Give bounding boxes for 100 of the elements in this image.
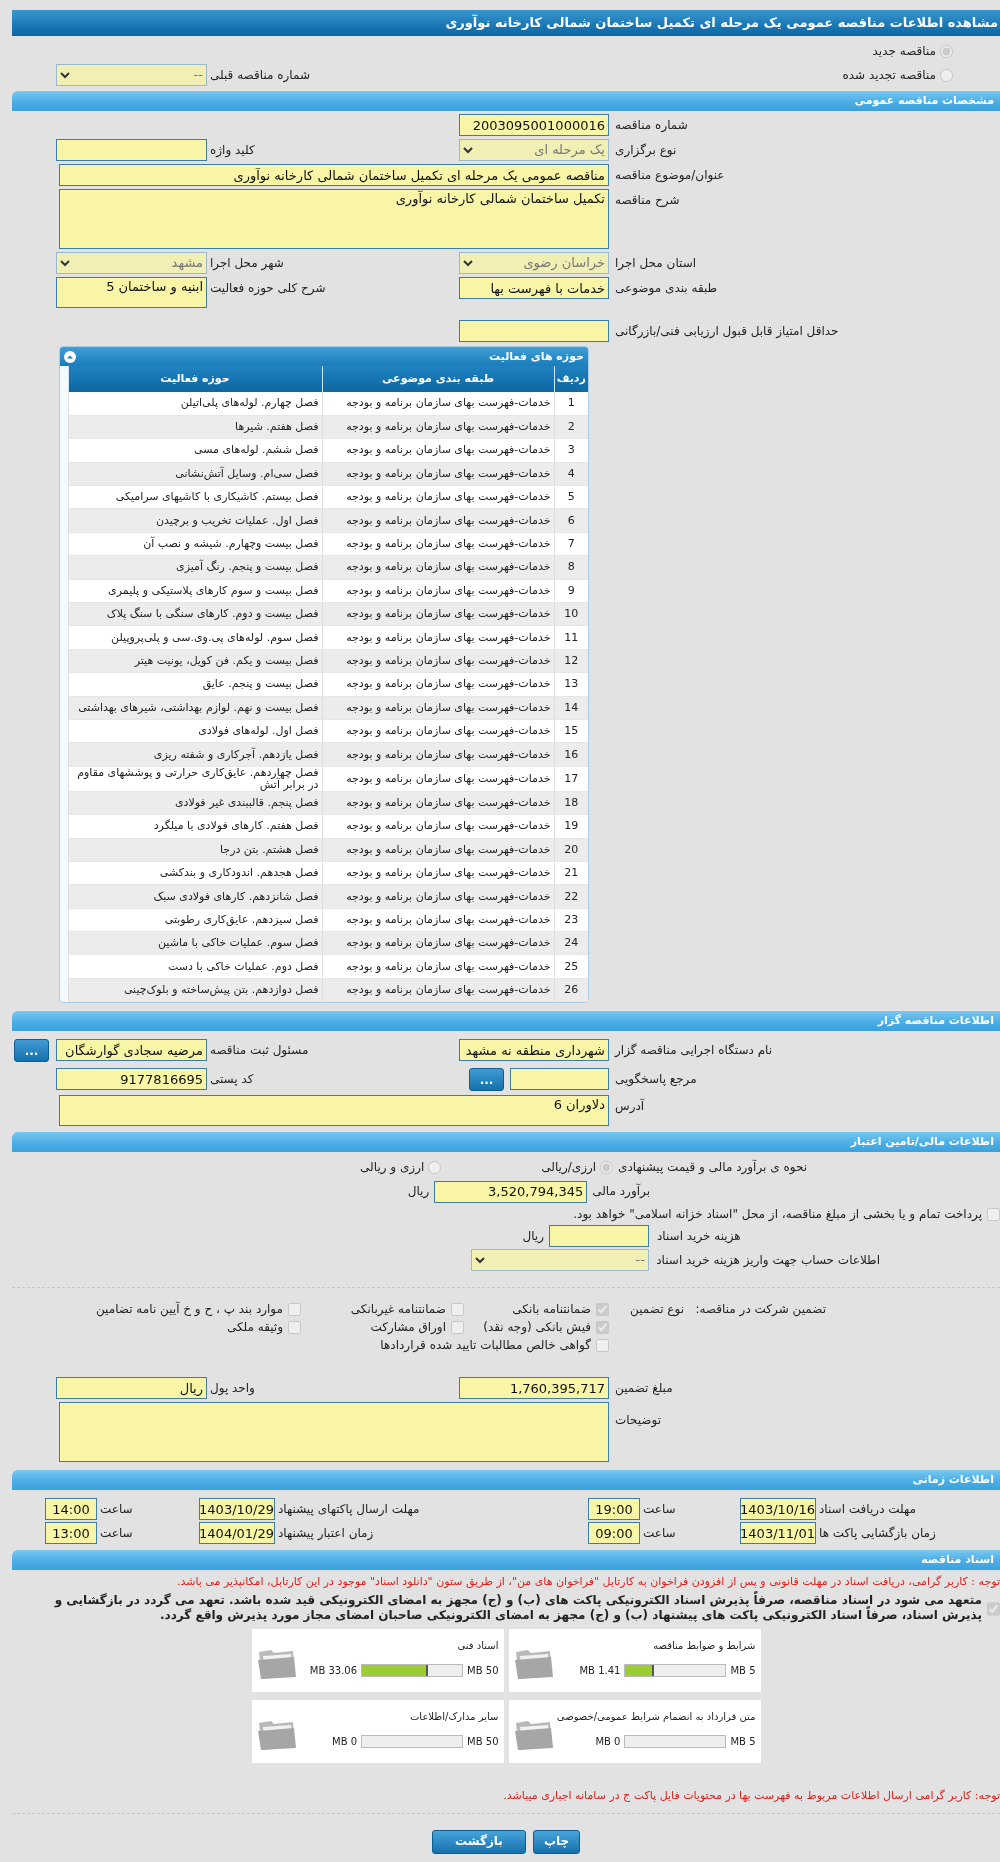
field-label: زمان بازگشایی پاکت ها [819, 1526, 936, 1541]
table-cell: خدمات-فهرست بهای سازمان برنامه و بودجه [322, 791, 554, 815]
table-cell: 24 [554, 931, 588, 955]
text-field[interactable]: 1,760,395,717 [459, 1377, 609, 1400]
text-field[interactable]: ریال [56, 1377, 207, 1400]
action-button[interactable]: چاپ [532, 1829, 581, 1854]
commitment-text: متعهد می شود در اسناد مناقصه، صرفاً پذیرش اسناد الکترونیکی پاکت های (ب) و (ج) مجهز به امضای الکترونیکی قید شده باشد. تعهد می گردد در بازگشایی و پذیرش اسناد، صرفاً اسناد الکترونیکی پاکت های پیشنهاد (ب) و (ج) مجهز به امضای الکترونیکی صاحبان امضای مجاز مورد پذیرش واقع گردد. [53, 1592, 982, 1623]
table-cell: فصل اول. عملیات تخریب و برچیدن [68, 508, 322, 533]
text-field[interactable] [549, 1225, 649, 1248]
field-label: ساعت [643, 1502, 676, 1517]
table-cell: خدمات-فهرست بهای سازمان برنامه و بودجه [322, 672, 554, 697]
table-cell: خدمات-فهرست بهای سازمان برنامه و بودجه [322, 625, 554, 650]
table-cell: 14 [554, 696, 588, 720]
text-field[interactable]: شهرداری منطقه نه مشهد [459, 1039, 609, 1062]
action-button[interactable]: بازگشت [431, 1829, 526, 1854]
table-cell: خدمات-فهرست بهای سازمان برنامه و بودجه [322, 955, 554, 979]
table-cell: خدمات-فهرست بهای سازمان برنامه و بودجه [322, 884, 554, 909]
field-label: عنوان/موضوع مناقصه [615, 168, 725, 182]
section-header: اطلاعات مناقصه گزار [12, 1011, 1000, 1032]
table-cell: خدمات-فهرست بهای سازمان برنامه و بودجه [322, 485, 554, 509]
table-cell: فصل هجدهم. اندودکاری و بندکشی [68, 861, 322, 885]
table-cell: فصل اول. لوله‌های فولادی [68, 719, 322, 743]
text-field[interactable]: 14:00 [45, 1498, 97, 1521]
text-area[interactable] [59, 1402, 609, 1463]
dropdown[interactable]: خراسان رضوی [459, 252, 609, 274]
checkbox-label: اوراق مشارکت [370, 1320, 446, 1335]
text-field[interactable]: مناقصه عمومی یک مرحله ای تکمیل ساختمان شمالی کارخانه نوآوری [59, 164, 609, 186]
field-label: زمان اعتبار پیشنهاد [278, 1526, 374, 1541]
table-cell: خدمات-فهرست بهای سازمان برنامه و بودجه [322, 742, 554, 767]
file-size: 0 MB [332, 1734, 358, 1748]
lookup-button[interactable]: ... [14, 1039, 49, 1063]
notice-text: توجه: کاربر گرامی ارسال اطلاعات مربوط به فهرست بها در محتویات فایل پاکت ج در سامانه اجباری میباشد. [502, 1788, 1000, 1803]
column-header[interactable]: ردیف [554, 366, 588, 392]
section-header: اسناد مناقصه [12, 1550, 1000, 1571]
text-field[interactable]: 19:00 [588, 1498, 640, 1521]
dropdown[interactable]: مشهد [56, 252, 207, 274]
field-label: تضمین شرکت در مناقصه: [695, 1302, 826, 1317]
column-header[interactable]: طبقه بندی موضوعی [322, 366, 554, 392]
table-cell: 9 [554, 579, 588, 603]
dropdown[interactable]: -- [56, 64, 207, 86]
table-cell: فصل سوم. لوله‌های پی.وی.سی و پلی‌پروپیلن [68, 625, 322, 650]
table-cell: فصل سی‌ام. وسایل آتش‌نشانی [68, 462, 322, 486]
text-field[interactable] [459, 320, 609, 342]
text-field[interactable]: خدمات با فهرست بها [459, 277, 609, 299]
field-label: شهر محل اجرا [210, 256, 284, 270]
table-cell: فصل دوم. عملیات خاکی با دست [68, 955, 322, 979]
field-label: شماره مناقصه قبلی [210, 68, 310, 82]
table-cell: فصل هفتم. شیرها [68, 415, 322, 439]
table-cell: 8 [554, 555, 588, 580]
radio-label: ارزی/ریالی [541, 1160, 597, 1175]
table-cell: فصل بیست و پنجم. عایق [68, 672, 322, 697]
field-label: شماره مناقصه [615, 118, 688, 132]
column-header[interactable]: حوزه فعالیت [68, 366, 322, 392]
table-cell: خدمات-فهرست بهای سازمان برنامه و بودجه [322, 908, 554, 932]
table-cell: 10 [554, 602, 588, 626]
text-field[interactable] [510, 1068, 609, 1091]
text-area[interactable]: دلاوران 6 [59, 1095, 609, 1127]
size-limit: 50 MB [467, 1663, 499, 1677]
table-cell: 15 [554, 719, 588, 743]
table-cell: فصل پنجم. قالببندی غیر فولادی [68, 791, 322, 815]
text-area[interactable]: تکمیل ساختمان شمالی کارخانه نوآوری [59, 189, 609, 249]
dropdown[interactable]: -- [471, 1249, 649, 1272]
table-cell: خدمات-فهرست بهای سازمان برنامه و بودجه [322, 415, 554, 439]
table-cell: 6 [554, 508, 588, 533]
text-field[interactable] [56, 139, 207, 161]
field-label: مبلغ تضمین [615, 1381, 673, 1396]
text-field[interactable]: 1403/10/29 [199, 1498, 275, 1521]
table-cell: خدمات-فهرست بهای سازمان برنامه و بودجه [322, 696, 554, 720]
checkbox-label: فیش بانکی (وجه نقد) [483, 1320, 591, 1335]
field-label: مرجع پاسخگویی [615, 1072, 697, 1087]
radio-label: ارزی و ریالی [360, 1160, 425, 1175]
text-field[interactable]: 1404/01/29 [199, 1522, 275, 1545]
text-area[interactable]: ابنیه و ساختمان 5 [56, 277, 207, 308]
text-field[interactable]: 09:00 [588, 1522, 640, 1545]
text-field[interactable]: 1403/11/01 [740, 1522, 816, 1545]
table-cell: 13 [554, 672, 588, 697]
table-cell: 3 [554, 438, 588, 463]
table-cell: خدمات-فهرست بهای سازمان برنامه و بودجه [322, 555, 554, 580]
text-field[interactable]: 1403/10/16 [740, 1498, 816, 1521]
field-label: نوع تضمین [630, 1302, 684, 1317]
dropdown[interactable]: یک مرحله ای [459, 139, 609, 161]
text-field[interactable]: 13:00 [45, 1522, 97, 1545]
field-label: نام دستگاه اجرایی مناقصه گزار [615, 1043, 773, 1058]
lookup-button[interactable]: ... [469, 1068, 504, 1092]
field-label: برآورد مالی [592, 1184, 650, 1200]
text-field[interactable]: 3,520,794,345 [434, 1180, 588, 1203]
table-cell: فصل دوازدهم. بتن پیش‌ساخته و بلوک‌چینی [68, 978, 322, 1002]
collapse-icon[interactable] [64, 350, 76, 363]
table-cell: خدمات-فهرست بهای سازمان برنامه و بودجه [322, 392, 554, 416]
field-label: مهلت ارسال پاکتهای پیشنهاد [278, 1502, 420, 1517]
caret-icon [463, 146, 473, 154]
table-cell: 2 [554, 415, 588, 439]
text-field[interactable]: 2003095001000016 [459, 114, 609, 136]
table-cell: 25 [554, 955, 588, 979]
text-field[interactable]: 9177816695 [56, 1068, 207, 1091]
unit-label: ریال [407, 1184, 430, 1200]
text-field[interactable]: مرضیه سجادی گوارشگان [56, 1039, 207, 1062]
table-cell: 4 [554, 462, 588, 486]
caret-icon [60, 259, 70, 267]
panel-title: حوزه های فعالیت [489, 349, 584, 365]
